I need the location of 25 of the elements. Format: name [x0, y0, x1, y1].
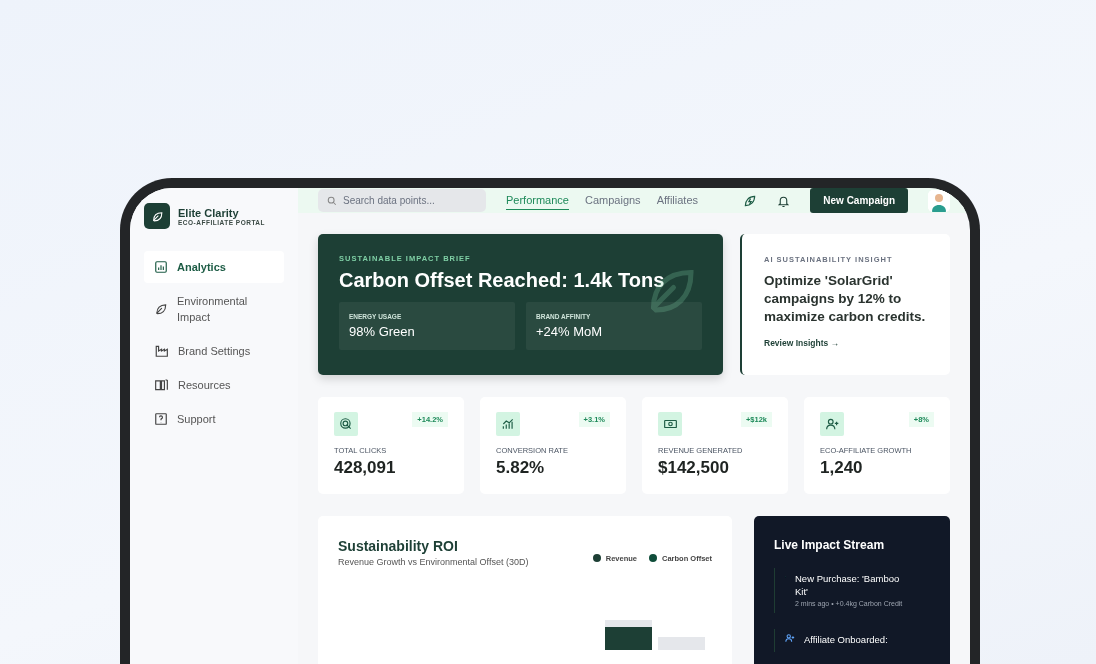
insight-text: Optimize 'SolarGrid' campaigns by 12% to maximize carbon credits. [764, 272, 927, 326]
stat-value: 428,091 [334, 458, 397, 478]
chart-title: Sustainability ROI [338, 538, 459, 554]
sidebar-item[interactable]: Analytics [144, 251, 284, 283]
metric-value: +24% MoM [536, 324, 604, 339]
search-field[interactable]: Search data points... [318, 189, 486, 212]
brand-name: Elite Clarity [178, 206, 239, 219]
event-title: Affiliate Onboarded: [804, 633, 889, 646]
stat-value: 1,240 [820, 458, 864, 478]
new-campaign-button[interactable]: New Campaign [810, 188, 908, 213]
sidebar-item[interactable]: Brand Settings [144, 335, 284, 367]
stat-value: $142,500 [658, 458, 730, 478]
panel-title: Live Impact Stream [774, 538, 886, 552]
sidebar-item[interactable]: Support [144, 403, 284, 435]
sidebar-item[interactable]: Environmental Impact [144, 285, 284, 333]
event-title: New Purchase: 'Bamboo Kit' [795, 572, 901, 598]
review-insights-link[interactable]: Review Insights → [764, 338, 840, 348]
sidebar-item[interactable]: Resources [144, 369, 284, 401]
metric-value: 98% Green [349, 324, 416, 339]
card-title: Carbon Offset Reached: 1.4k Tons [339, 269, 666, 292]
nav-tab[interactable]: Affiliates [656, 191, 698, 210]
stat-value: 5.82% [496, 458, 546, 478]
nav-tab[interactable]: Campaigns [585, 191, 641, 210]
chart-subtitle: Revenue Growth vs Environmental Offset (30D) [338, 557, 529, 567]
nav-tab[interactable]: Performance [506, 191, 569, 210]
